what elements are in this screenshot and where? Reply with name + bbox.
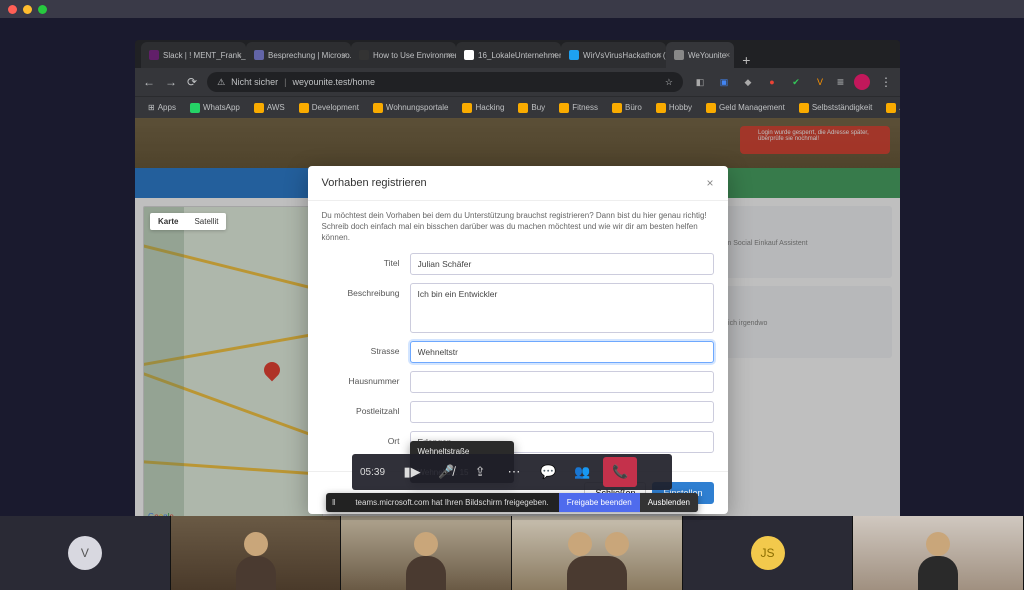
label-strasse: Strasse <box>322 341 400 356</box>
modal-close-button[interactable]: × <box>706 176 713 190</box>
url-text: weyounite.test/home <box>293 77 376 87</box>
label-titel: Titel <box>322 253 400 268</box>
address-bar[interactable]: ⚠ Nicht sicher | weyounite.test/home ☆ <box>207 72 683 92</box>
bookmark-folder[interactable]: Büro <box>607 101 647 115</box>
input-postleitzahl[interactable] <box>410 401 714 423</box>
star-icon[interactable]: ☆ <box>665 77 673 88</box>
camera-icon: ▮▶ <box>403 464 420 480</box>
label-beschreibung: Beschreibung <box>322 283 400 298</box>
camera-button[interactable]: ▮▶ <box>395 457 429 487</box>
chat-icon: 💬 <box>540 464 556 480</box>
mac-minimize[interactable] <box>23 5 32 14</box>
bookmark-folder[interactable]: AWS <box>249 101 290 115</box>
bookmark-other[interactable]: Andere Lesezeichen <box>881 101 900 115</box>
new-tab-button[interactable]: + <box>734 52 758 68</box>
label-ort: Ort <box>322 431 400 446</box>
participant-tile[interactable]: JS <box>683 516 854 590</box>
close-icon[interactable]: × <box>657 50 662 60</box>
nav-back-icon[interactable]: ← <box>143 75 155 89</box>
mac-maximize[interactable] <box>38 5 47 14</box>
bookmark-folder[interactable]: Hacking <box>457 101 509 115</box>
security-warning-icon: ⚠ <box>217 77 225 88</box>
nav-reload-icon[interactable]: ⟳ <box>187 75 197 89</box>
screenshare-notice: ‖ teams.microsoft.com hat Ihren Bildschi… <box>326 493 698 512</box>
meeting-timer: 05:39 <box>360 467 385 478</box>
bookmark-apps[interactable]: ⊞Apps <box>143 101 181 114</box>
bookmark-folder[interactable]: Wohnungsportale <box>368 101 454 115</box>
hangup-button[interactable]: 📞 <box>603 457 637 487</box>
close-icon[interactable]: × <box>342 50 347 60</box>
avatar: V <box>68 536 102 570</box>
chat-button[interactable]: 💬 <box>531 457 565 487</box>
tab-teams[interactable]: Besprechung | Microso...× <box>246 42 351 68</box>
modal-description: Du möchtest dein Vorhaben bei dem du Unt… <box>322 211 714 243</box>
ext-vue-icon[interactable]: V <box>813 75 827 89</box>
bookmark-folder[interactable]: Fitness <box>554 101 603 115</box>
share-screen-icon: ⇪ <box>475 464 486 480</box>
close-icon[interactable]: × <box>725 50 730 60</box>
avatar: JS <box>751 536 785 570</box>
profile-avatar[interactable] <box>854 74 870 90</box>
label-postleitzahl: Postleitzahl <box>322 401 400 416</box>
share-message: teams.microsoft.com hat Ihren Bildschirm… <box>345 493 558 512</box>
modal-title: Vorhaben registrieren <box>322 177 427 189</box>
close-icon[interactable]: × <box>447 50 452 60</box>
browser-menu-icon[interactable]: ⋮ <box>880 75 892 89</box>
participant-tile[interactable]: V <box>0 516 171 590</box>
stop-sharing-button[interactable]: Freigabe beenden <box>559 493 640 512</box>
participant-tile[interactable] <box>171 516 342 590</box>
security-label: Nicht sicher <box>231 77 278 87</box>
close-icon[interactable]: × <box>552 50 557 60</box>
close-icon[interactable]: × <box>237 50 242 60</box>
tab-twitter[interactable]: WirVsVirusHackathon (@Wi...× <box>561 42 666 68</box>
ext-icon[interactable]: ▣ <box>717 75 731 89</box>
mic-muted-icon: 🎤̸ <box>438 464 454 480</box>
bookmark-folder[interactable]: Selbstständigkeit <box>794 101 877 115</box>
mac-close[interactable] <box>8 5 17 14</box>
ext-icon[interactable]: ● <box>765 75 779 89</box>
phone-icon: 📞 <box>612 464 628 480</box>
bookmark-folder[interactable]: Hobby <box>651 101 697 115</box>
map-tab-satellit[interactable]: Satellit <box>186 213 226 230</box>
browser-toolbar: ← → ⟳ ⚠ Nicht sicher | weyounite.test/ho… <box>135 68 900 96</box>
mic-button[interactable]: 🎤̸ <box>429 457 463 487</box>
label-hausnummer: Hausnummer <box>322 371 400 386</box>
more-button[interactable]: ⋯ <box>497 457 531 487</box>
bookmark-item[interactable]: WhatsApp <box>185 101 245 115</box>
bookmark-folder[interactable]: Development <box>294 101 364 115</box>
nav-forward-icon[interactable]: → <box>165 75 177 89</box>
ext-menu-icon[interactable]: ≡ <box>837 75 844 89</box>
ext-icon[interactable]: ◧ <box>693 75 707 89</box>
bookmarks-bar: ⊞Apps WhatsApp AWS Development Wohnungsp… <box>135 96 900 118</box>
participant-tile[interactable] <box>341 516 512 590</box>
tab-env[interactable]: How to Use Environment V...× <box>351 42 456 68</box>
tab-weyounite[interactable]: WeYounite× <box>666 42 734 68</box>
map-tab-karte[interactable]: Karte <box>150 213 186 230</box>
input-strasse[interactable] <box>410 341 714 363</box>
browser-tabstrip: Slack | ! MENT_Frank_Spre...× Besprechun… <box>135 40 900 68</box>
input-hausnummer[interactable] <box>410 371 714 393</box>
tab-doc[interactable]: 16_LokaleUnternehmen_Wi...× <box>456 42 561 68</box>
shared-screen: Slack | ! MENT_Frank_Spre...× Besprechun… <box>135 40 900 520</box>
bookmark-folder[interactable]: Geld Management <box>701 101 790 115</box>
hide-notice-button[interactable]: Ausblenden <box>640 493 698 512</box>
people-icon: 👥 <box>574 464 590 480</box>
meeting-controls: 05:39 ▮▶ 🎤̸ ⇪ ⋯ 💬 👥 📞 <box>352 454 672 490</box>
ext-icon[interactable]: ✔ <box>789 75 803 89</box>
people-button[interactable]: 👥 <box>565 457 599 487</box>
more-icon: ⋯ <box>508 464 521 480</box>
tab-slack[interactable]: Slack | ! MENT_Frank_Spre...× <box>141 42 246 68</box>
share-button[interactable]: ⇪ <box>463 457 497 487</box>
participant-tile[interactable] <box>512 516 683 590</box>
apps-icon: ⊞ <box>148 103 155 112</box>
input-titel[interactable] <box>410 253 714 275</box>
participant-video-strip: V JS <box>0 516 1024 590</box>
input-beschreibung[interactable] <box>410 283 714 333</box>
participant-tile[interactable] <box>853 516 1024 590</box>
ext-icon[interactable]: ◆ <box>741 75 755 89</box>
bookmark-folder[interactable]: Buy <box>513 101 550 115</box>
